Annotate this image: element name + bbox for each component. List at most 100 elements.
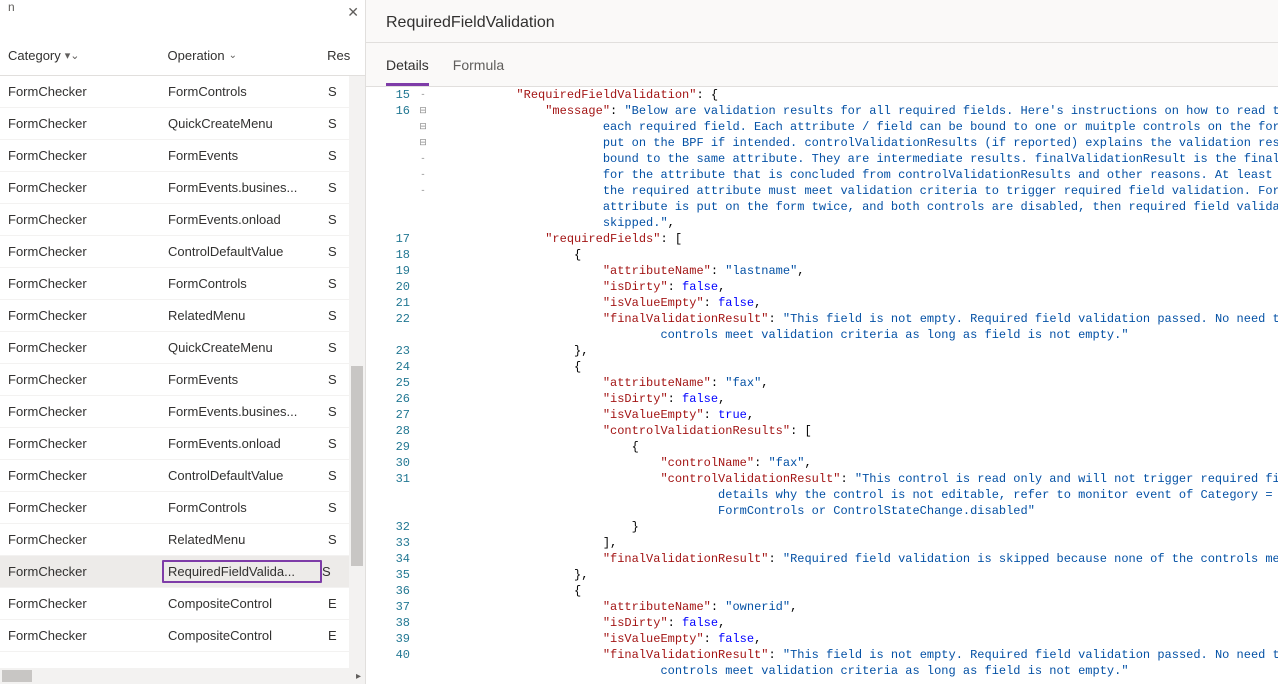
code-line: "controlValidationResults": [ xyxy=(430,423,1278,439)
table-row[interactable]: FormCheckerRelatedMenuS xyxy=(0,524,365,556)
code-line: "requiredFields": [ xyxy=(430,231,1278,247)
cell-category: FormChecker xyxy=(8,308,168,323)
code-line: "isValueEmpty": false, xyxy=(430,631,1278,647)
fold-toggle-icon[interactable]: ⊟ xyxy=(416,135,430,151)
col-header-category[interactable]: Category ▾⌄ xyxy=(8,48,168,63)
cell-operation: FormControls xyxy=(168,84,328,99)
code-line: "attributeName": "fax", xyxy=(430,375,1278,391)
table-row[interactable]: FormCheckerCompositeControlE xyxy=(0,620,365,652)
cell-result: S xyxy=(328,180,348,195)
cell-category: FormChecker xyxy=(8,372,168,387)
table-row[interactable]: FormCheckerQuickCreateMenuS xyxy=(0,332,365,364)
horizontal-scrollbar-thumb[interactable] xyxy=(2,670,32,682)
chevron-down-icon[interactable]: ⌄ xyxy=(229,50,237,61)
cell-operation: FormControls xyxy=(168,276,328,291)
filter-icon[interactable]: ▾⌄ xyxy=(65,49,80,62)
cell-result: S xyxy=(328,148,348,163)
code-line: "isValueEmpty": false, xyxy=(430,295,1278,311)
cell-category: FormChecker xyxy=(8,596,168,611)
table-row[interactable]: FormCheckerRequiredFieldValida...S xyxy=(0,556,365,588)
horizontal-scrollbar[interactable]: ▸ xyxy=(0,668,365,684)
code-line: } xyxy=(430,519,1278,535)
vertical-scrollbar[interactable] xyxy=(349,76,365,668)
table-row[interactable]: FormCheckerFormControlsS xyxy=(0,268,365,300)
table-row[interactable]: FormCheckerControlDefaultValueS xyxy=(0,236,365,268)
cell-result: S xyxy=(328,372,348,387)
code-line: controls meet validation criteria as lon… xyxy=(430,663,1278,679)
code-line: "controlValidationResult": "This control… xyxy=(430,471,1278,487)
cell-result: S xyxy=(328,84,348,99)
table-row[interactable]: FormCheckerFormEventsS xyxy=(0,364,365,396)
col-label-result: Res xyxy=(327,48,350,63)
table-row[interactable]: FormCheckerFormEvents.busines...S xyxy=(0,172,365,204)
code-line: { xyxy=(430,359,1278,375)
col-label-category: Category xyxy=(8,48,61,63)
code-line: { xyxy=(430,247,1278,263)
cell-category: FormChecker xyxy=(8,436,168,451)
code-gutter: 1516171819202122232425262728293031323334… xyxy=(366,87,416,684)
tab-formula[interactable]: Formula xyxy=(453,43,504,86)
cell-result: S xyxy=(328,436,348,451)
cell-category: FormChecker xyxy=(8,244,168,259)
table-row[interactable]: FormCheckerCompositeControlE xyxy=(0,588,365,620)
close-icon[interactable]: ✕ xyxy=(347,4,359,21)
table-row[interactable]: FormCheckerRelatedMenuS xyxy=(0,300,365,332)
fold-toggle-icon[interactable]: - xyxy=(416,151,430,167)
details-title: RequiredFieldValidation xyxy=(386,14,555,32)
cell-category: FormChecker xyxy=(8,564,168,579)
table-row[interactable]: FormCheckerFormEventsS xyxy=(0,140,365,172)
cell-result: S xyxy=(328,244,348,259)
scroll-right-arrow-icon[interactable]: ▸ xyxy=(356,671,361,682)
code-line: "isDirty": false, xyxy=(430,615,1278,631)
col-header-result[interactable]: Res xyxy=(327,48,357,63)
fold-toggle-icon[interactable]: - xyxy=(416,183,430,199)
cell-category: FormChecker xyxy=(8,404,168,419)
table-row[interactable]: FormCheckerQuickCreateMenuS xyxy=(0,108,365,140)
code-viewer[interactable]: 1516171819202122232425262728293031323334… xyxy=(366,87,1278,684)
table-row[interactable]: FormCheckerFormEvents.busines...S xyxy=(0,396,365,428)
code-line: each required field. Each attribute / fi… xyxy=(430,119,1278,135)
cell-result: S xyxy=(328,500,348,515)
fold-toggle-icon[interactable]: - xyxy=(416,87,430,103)
code-line: "controlName": "fax", xyxy=(430,455,1278,471)
code-line: controls meet validation criteria as lon… xyxy=(430,327,1278,343)
cell-category: FormChecker xyxy=(8,340,168,355)
table-row[interactable]: FormCheckerFormControlsS xyxy=(0,76,365,108)
cell-category: FormChecker xyxy=(8,500,168,515)
cell-operation: RelatedMenu xyxy=(168,308,328,323)
cell-operation: QuickCreateMenu xyxy=(168,340,328,355)
cell-operation: ControlDefaultValue xyxy=(168,468,328,483)
code-line: "message": "Below are validation results… xyxy=(430,103,1278,119)
code-fold-column: -⊟⊟⊟--- xyxy=(416,87,430,684)
code-line: put on the BPF if intended. controlValid… xyxy=(430,135,1278,151)
cell-operation: FormControls xyxy=(168,500,328,515)
cell-category: FormChecker xyxy=(8,180,168,195)
table-row[interactable]: FormCheckerFormEvents.onloadS xyxy=(0,204,365,236)
fold-toggle-icon[interactable]: ⊟ xyxy=(416,103,430,119)
vertical-scrollbar-thumb[interactable] xyxy=(351,366,363,566)
code-line: skipped.", xyxy=(430,215,1278,231)
code-line: { xyxy=(430,439,1278,455)
table-row[interactable]: FormCheckerFormEvents.onloadS xyxy=(0,428,365,460)
cell-result: E xyxy=(328,596,348,611)
cell-result: S xyxy=(328,404,348,419)
code-line: "finalValidationResult": "This field is … xyxy=(430,311,1278,327)
cell-result: S xyxy=(328,308,348,323)
cell-operation: FormEvents.onload xyxy=(168,212,328,227)
tab-details[interactable]: Details xyxy=(386,43,429,86)
table-row[interactable]: FormCheckerFormControlsS xyxy=(0,492,365,524)
code-line: "RequiredFieldValidation": { xyxy=(430,87,1278,103)
cell-operation: CompositeControl xyxy=(168,628,328,643)
table-row[interactable]: FormCheckerControlDefaultValueS xyxy=(0,460,365,492)
code-line: }, xyxy=(430,343,1278,359)
cell-operation: FormEvents.busines... xyxy=(168,180,328,195)
right-pane: RequiredFieldValidation › Details Formul… xyxy=(366,0,1278,684)
col-header-operation[interactable]: Operation ⌄ xyxy=(168,48,328,63)
cell-operation: FormEvents.onload xyxy=(168,436,328,451)
fold-toggle-icon[interactable]: - xyxy=(416,167,430,183)
code-line: "attributeName": "ownerid", xyxy=(430,599,1278,615)
details-title-bar: RequiredFieldValidation › xyxy=(366,0,1278,43)
cell-result: S xyxy=(328,532,348,547)
left-pane: n ✕ Category ▾⌄ Operation ⌄ Res FormChec… xyxy=(0,0,366,684)
fold-toggle-icon[interactable]: ⊟ xyxy=(416,119,430,135)
